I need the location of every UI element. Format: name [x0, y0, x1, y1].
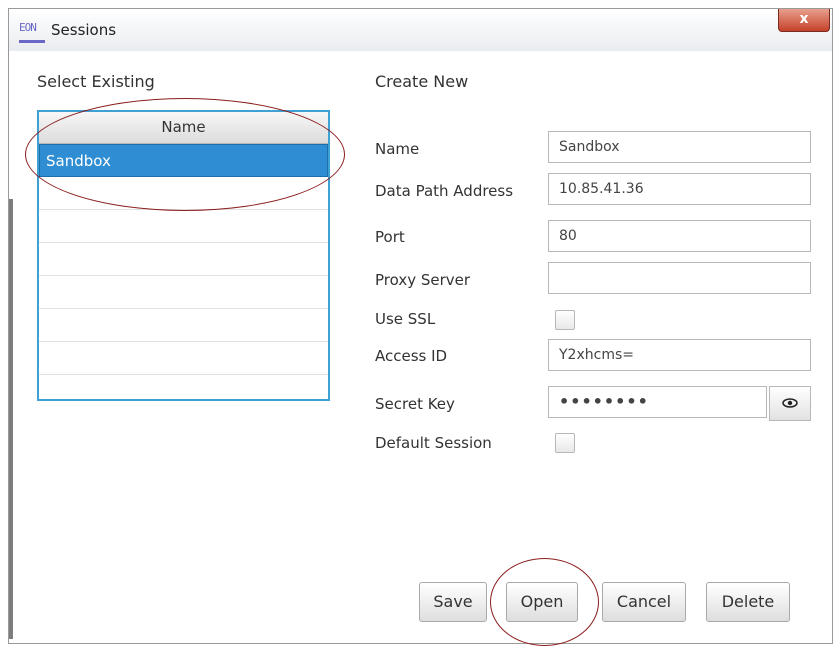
eye-icon — [782, 398, 798, 408]
create-new-heading: Create New — [375, 72, 469, 91]
show-secret-button[interactable] — [769, 386, 811, 421]
default-session-label: Default Session — [375, 434, 492, 452]
use-ssl-checkbox[interactable] — [555, 310, 575, 330]
table-row[interactable] — [39, 375, 328, 399]
access-id-field[interactable]: Y2xhcms= — [548, 339, 811, 371]
table-row[interactable] — [39, 276, 328, 309]
table-row[interactable] — [39, 309, 328, 342]
secret-key-field[interactable]: •••••••• — [548, 386, 767, 418]
window-title: Sessions — [51, 21, 117, 39]
proxy-server-label: Proxy Server — [375, 271, 471, 289]
proxy-server-field[interactable] — [548, 262, 811, 294]
app-logo-icon: EON — [19, 22, 45, 43]
name-label: Name — [375, 140, 420, 158]
secret-key-label: Secret Key — [375, 395, 455, 413]
table-row[interactable] — [39, 243, 328, 276]
port-label: Port — [375, 228, 405, 246]
table-row[interactable] — [39, 342, 328, 375]
default-session-checkbox[interactable] — [555, 433, 575, 453]
save-button[interactable]: Save — [419, 582, 487, 622]
title-bar: EON Sessions x — [9, 9, 832, 51]
delete-button[interactable]: Delete — [706, 582, 790, 622]
window-edge-strip — [9, 199, 13, 639]
close-button[interactable]: x — [778, 9, 830, 32]
annotation-oval-session-list — [25, 98, 345, 211]
select-existing-heading: Select Existing — [37, 72, 155, 91]
data-path-label: Data Path Address — [375, 182, 514, 200]
cancel-button[interactable]: Cancel — [602, 582, 686, 622]
use-ssl-label: Use SSL — [375, 310, 436, 328]
port-field[interactable]: 80 — [548, 220, 811, 252]
annotation-oval-open-button — [490, 558, 599, 646]
name-field[interactable]: Sandbox — [548, 131, 811, 163]
data-path-field[interactable]: 10.85.41.36 — [548, 173, 811, 205]
table-row[interactable] — [39, 210, 328, 243]
access-id-label: Access ID — [375, 347, 448, 365]
sessions-window: EON Sessions x Select Existing Create Ne… — [8, 8, 833, 646]
